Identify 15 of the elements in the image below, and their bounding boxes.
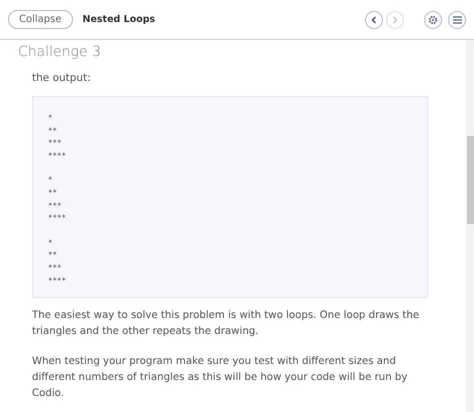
menu-icon <box>452 16 462 24</box>
instruction-paragraph: The easiest way to solve this problem is with two loops. One loop draws the triangles and the other repeats the drawing. <box>32 309 420 339</box>
intro-text: the output: <box>32 72 92 84</box>
instruction-paragraph: When testing your program make sure you test with different sizes and different numbers of triangles as this will be how your code will be run by Codio. <box>32 355 408 401</box>
chevron-left-icon <box>370 16 378 24</box>
scrollbar-thumb[interactable] <box>467 136 474 224</box>
challenge-heading: Challenge 3 <box>18 44 102 62</box>
previous-button[interactable] <box>365 10 383 28</box>
menu-button[interactable] <box>448 10 466 28</box>
settings-icon <box>428 14 438 24</box>
chevron-right-icon <box>391 16 399 24</box>
scrollbar[interactable] <box>466 40 474 412</box>
lesson-title: Nested Loops <box>82 14 156 25</box>
collapse-button[interactable]: Collapse <box>8 10 72 29</box>
settings-button[interactable] <box>424 10 442 28</box>
